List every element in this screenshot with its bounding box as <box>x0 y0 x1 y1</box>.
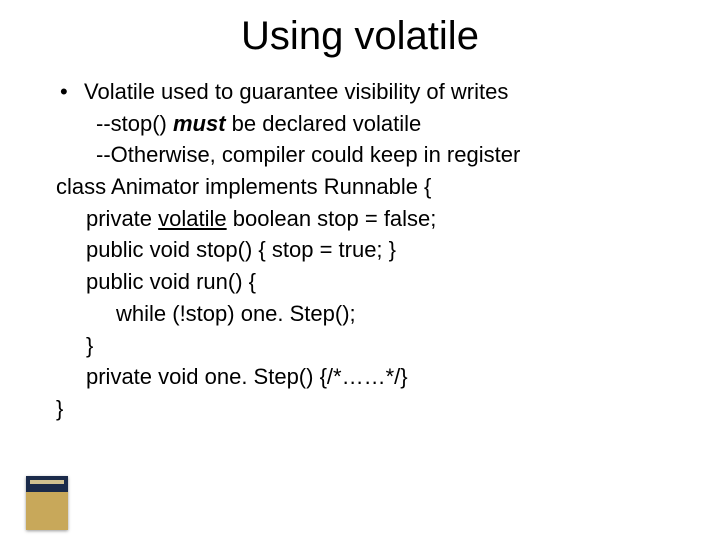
slide-title: Using volatile <box>0 14 720 59</box>
text: private <box>86 206 158 231</box>
text-emphasis: must <box>173 111 226 136</box>
slide: Using volatile Volatile used to guarante… <box>0 14 720 540</box>
book-title-bar-icon <box>30 480 64 484</box>
text: be declared volatile <box>226 111 422 136</box>
code-line: private void one. Step() {/*……*/} <box>56 362 680 392</box>
code-line: while (!stop) one. Step(); <box>56 299 680 329</box>
code-line: } <box>56 331 680 361</box>
text: boolean stop = false; <box>227 206 437 231</box>
code-line: class Animator implements Runnable { <box>56 172 680 202</box>
code-line: } <box>56 394 680 424</box>
code-line: public void run() { <box>56 267 680 297</box>
code-line: public void stop() { stop = true; } <box>56 235 680 265</box>
sub-bullet-1: --stop() must be declared volatile <box>56 109 680 139</box>
text-underline: volatile <box>158 206 226 231</box>
code-line: private volatile boolean stop = false; <box>56 204 680 234</box>
text: --stop() <box>96 111 173 136</box>
sub-bullet-2: --Otherwise, compiler could keep in regi… <box>56 140 680 170</box>
slide-body: Volatile used to guarantee visibility of… <box>56 77 680 424</box>
book-thumbnail-icon <box>26 476 68 530</box>
bullet-main: Volatile used to guarantee visibility of… <box>56 77 680 107</box>
